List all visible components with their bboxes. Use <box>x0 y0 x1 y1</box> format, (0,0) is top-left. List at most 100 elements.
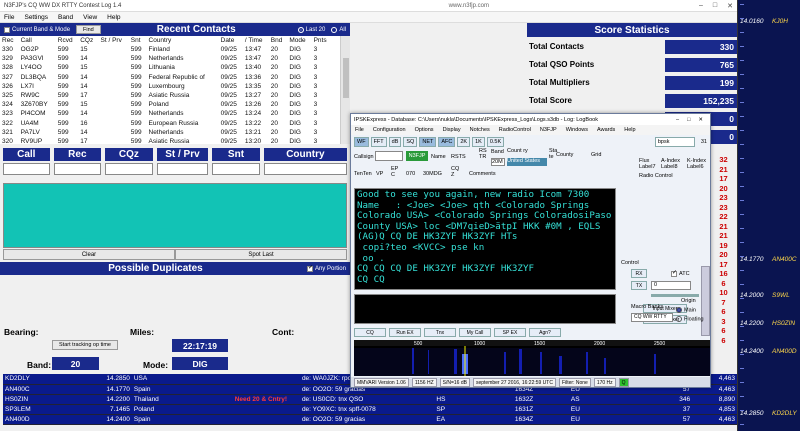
ipsk-menu-item[interactable]: Awards <box>597 127 615 133</box>
minimize-icon[interactable]: – <box>699 2 703 9</box>
macro-button[interactable]: SP EX <box>494 328 526 337</box>
bandmap-frequency[interactable]: 14.0160 <box>740 18 764 25</box>
menu-view[interactable]: View <box>83 14 97 21</box>
log-column-header[interactable]: Call <box>19 36 56 45</box>
ipsk-toolbar-button[interactable]: 1K <box>472 136 485 147</box>
ipsk-minimize-icon[interactable]: – <box>676 117 679 123</box>
ipsk-menu-item[interactable]: File <box>355 127 364 133</box>
cqz-input[interactable] <box>105 163 153 175</box>
menu-file[interactable]: File <box>4 14 14 21</box>
receive-text-area[interactable]: Good to see you again, new radio Icom 73… <box>354 188 616 290</box>
ipsk-menu-item[interactable]: Configuration <box>373 127 406 133</box>
tx-button[interactable]: TX <box>631 281 647 290</box>
bandmap-callsign[interactable]: HS0ZIN <box>772 320 795 327</box>
log-row[interactable]: 320 RV9UP 599 17 599 Asiatic Russia 09/25 13:20… <box>0 137 332 144</box>
call-input[interactable] <box>3 163 50 175</box>
ipsk-toolbar-button[interactable]: dB <box>388 136 402 147</box>
notes-area[interactable] <box>3 183 347 248</box>
log-column-header[interactable]: Country <box>147 36 219 45</box>
maximize-icon[interactable]: □ <box>713 2 717 9</box>
log-row[interactable]: 322 UA4M 599 16 599 European Russia 09/25 13:22… <box>0 119 332 128</box>
ipsk-toolbar-button[interactable]: WF <box>354 136 369 147</box>
ipsk-menu-item[interactable]: Options <box>415 127 434 133</box>
bandmap-frequency[interactable]: 14.1770 <box>740 256 764 263</box>
bandmap-callsign[interactable]: S9WL <box>772 292 790 299</box>
tx-offset-input[interactable]: 0 <box>651 281 691 290</box>
rx-button[interactable]: RX <box>631 269 647 278</box>
ipsk-maximize-icon[interactable]: □ <box>687 117 690 123</box>
menu-band[interactable]: Band <box>58 14 73 21</box>
ipsk-menu-item[interactable]: Help <box>624 127 635 133</box>
close-icon[interactable]: ✕ <box>727 2 733 10</box>
log-row[interactable]: 329 PA3GVI 599 14 599 Netherlands 09/25 13:47 20… <box>0 54 332 63</box>
bandmap-callsign[interactable]: KD2DLY <box>772 410 797 417</box>
log-column-header[interactable]: Date <box>219 36 243 45</box>
log-column-header[interactable]: Mode <box>287 36 311 45</box>
ipsk-toolbar-button[interactable]: NET <box>419 136 437 147</box>
ipsk-close-icon[interactable]: ✕ <box>698 117 703 123</box>
log-row[interactable]: 326 LX7I 599 14 599 Luxembourg 09/25 13:35 20 DIG… <box>0 82 332 91</box>
log-row[interactable]: 323 PI4COM 599 14 599 Netherlands 09/25 13:24 20… <box>0 109 332 118</box>
last20-radio[interactable] <box>297 26 304 33</box>
log-row[interactable]: 330 OG2P 599 15 599 Finland 09/25 13:47 20 DIG 3 <box>0 45 332 54</box>
spot-row[interactable]: AN400D 14.2400 Spain de: OO2O: 59 gracias EA… <box>3 414 737 425</box>
spot-row[interactable]: HS0ZIN 14.2200 Thailand Need 20 & Cntry! de:… <box>3 394 737 405</box>
log-column-header[interactable]: Snt <box>129 36 147 45</box>
log-row[interactable]: 328 LY4OO 599 15 599 Lithuania 09/25 13:40 20 DIG… <box>0 63 332 72</box>
log-row[interactable]: 321 PA7LV 599 14 599 Netherlands 09/25 13:21 20 D… <box>0 128 332 137</box>
n3fjp-button[interactable]: N3FJP <box>406 151 428 161</box>
clear-button[interactable]: Clear <box>3 249 175 260</box>
find-button[interactable]: Find <box>76 25 101 34</box>
log-row[interactable]: 325 RW9C 599 17 599 Asiatic Russia 09/25 13:27 2… <box>0 91 332 100</box>
menu-settings[interactable]: Settings <box>24 14 48 21</box>
log-scrollbar[interactable] <box>340 36 350 144</box>
band-map[interactable]: 14.0160 KJ0H 14.1770 AN400C 14.2000 S9WL 14.22… <box>737 0 800 431</box>
waterfall-display[interactable]: 500 1000 1500 2000 2500 <box>354 340 710 376</box>
log-column-header[interactable]: Rcvd <box>56 36 78 45</box>
macro-button[interactable]: CQ <box>354 328 386 337</box>
log-column-header[interactable]: CQz <box>78 36 98 45</box>
any-portion-checkbox[interactable] <box>306 264 313 272</box>
country-field-value[interactable]: United States <box>507 158 547 166</box>
ipsk-toolbar-button[interactable]: 2K <box>457 136 471 147</box>
ipsk-toolbar-button[interactable]: FFT <box>370 136 387 147</box>
ipsk-menu-item[interactable]: Notches <box>470 127 490 133</box>
recent-contacts-list[interactable]: Rec Call Rcvd CQz St / Prv Snt Country Date / Ti… <box>0 36 350 144</box>
country-input[interactable] <box>263 163 348 175</box>
snt-input[interactable] <box>212 163 260 175</box>
ipsk-menu-item[interactable]: N3FJP <box>540 127 557 133</box>
macro-bank-select[interactable]: CQ WW RTTY <box>631 313 673 322</box>
macro-button[interactable]: Tnx <box>424 328 456 337</box>
log-column-header[interactable]: Rec <box>0 36 19 45</box>
ipsk-menu-item[interactable]: Display <box>443 127 461 133</box>
atc-checkbox[interactable] <box>671 269 677 277</box>
ipsk-toolbar-button[interactable]: SQ <box>403 136 418 147</box>
st-prv-input[interactable] <box>156 163 209 175</box>
bandmap-frequency[interactable]: 14.2850 <box>740 410 764 417</box>
bandmap-callsign[interactable]: AN400C <box>772 256 797 263</box>
mode-select[interactable]: bpsk <box>654 136 695 147</box>
bandmap-callsign[interactable]: AN400D <box>772 348 797 355</box>
current-band-mode-checkbox[interactable] <box>4 26 10 33</box>
menu-help[interactable]: Help <box>107 14 120 21</box>
band-field-value[interactable]: 20M <box>491 158 505 166</box>
all-radio[interactable] <box>331 26 338 33</box>
macro-button[interactable]: My Call <box>459 328 491 337</box>
spot-row[interactable]: SP3LEM 7.1465 Poland de: YO9XC: tnx spff-00… <box>3 404 737 415</box>
ipsk-toolbar-button[interactable]: 0.5K <box>486 136 505 147</box>
origin-main-radio[interactable] <box>676 307 682 313</box>
tracking-button[interactable]: Start tracking op time <box>52 340 118 350</box>
ipsk-menu-item[interactable]: Windows <box>566 127 588 133</box>
log-scroll-thumb[interactable] <box>343 58 349 98</box>
callsign-input[interactable] <box>375 151 403 161</box>
rec-input[interactable] <box>53 163 102 175</box>
spot-last-button[interactable]: Spot Last <box>175 249 347 260</box>
log-column-header[interactable]: Pnts <box>312 36 332 45</box>
ipsk-toolbar-button[interactable]: AFC <box>438 136 456 147</box>
ipsk-menu-item[interactable]: RadioControl <box>499 127 531 133</box>
macro-button[interactable]: Run EX <box>389 328 421 337</box>
origin-floating-radio[interactable] <box>676 316 682 322</box>
transmit-text-area[interactable] <box>354 294 616 324</box>
log-column-header[interactable]: St / Prv <box>99 36 129 45</box>
macro-button[interactable]: Agn? <box>529 328 561 337</box>
